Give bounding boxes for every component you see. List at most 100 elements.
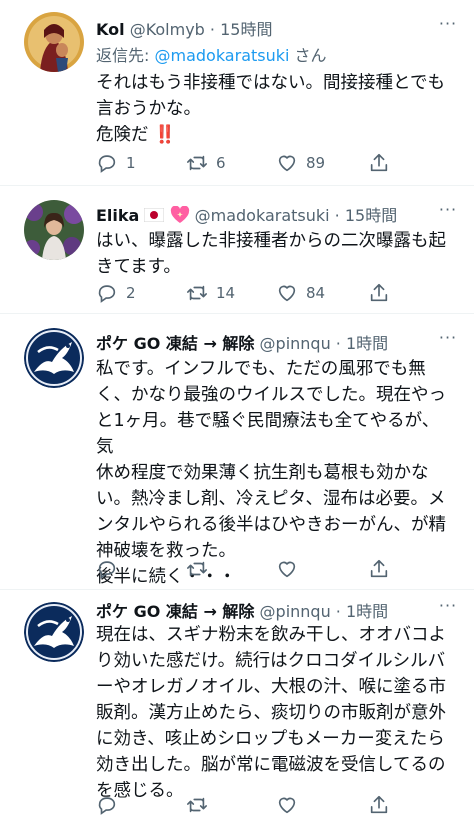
avatar[interactable] [24,328,84,388]
more-icon[interactable]: ··· [438,598,458,620]
tweet-line: はい、曝露した非接種者からの二次曝露も起 [96,231,446,251]
avatar[interactable] [24,12,84,72]
reply-button[interactable] [96,794,126,816]
tweet-line: い。熱冷まし剤、冷えピタ、湿布は必要。メ [96,489,446,509]
share-icon [370,153,388,172]
like-icon [278,155,296,172]
like-button[interactable] [276,558,306,580]
more-icon[interactable]: ··· [438,202,458,224]
retweet-button[interactable] [186,558,216,580]
tweet-header: ポケ GO 凍結 → 解除 @pinnqu · 1時間 [96,330,438,354]
timestamp[interactable]: 1時間 [346,334,388,353]
share-button[interactable] [368,558,398,580]
retweet-button[interactable] [186,794,216,816]
tweet-header: Elika @madokaratsuki · 15時間 [96,202,438,228]
retweet-button[interactable]: 14 [186,282,235,304]
reply-suffix: さん [289,46,327,65]
timestamp[interactable]: 15時間 [345,206,397,225]
action-bar: 1 6 89 [96,152,396,174]
tweet-text: 私です。インフルでも、ただの風邪でも無 く、かなり最強のウイルスでした。現在やっ… [96,356,456,590]
timestamp[interactable]: 15時間 [220,20,272,39]
more-icon[interactable]: ··· [438,16,458,38]
tweet[interactable]: ポケ GO 凍結 → 解除 @pinnqu · 1時間 ··· 私です。インフル… [0,314,474,590]
reply-count: 1 [126,154,136,172]
like-icon [278,285,296,302]
japan-flag-icon [144,207,165,226]
user-handle[interactable]: @madokaratsuki [195,206,330,225]
action-bar: 2 14 84 [96,282,396,304]
user-handle[interactable]: @pinnqu [260,334,331,353]
reply-to-label: 返信先: [96,46,155,65]
like-button[interactable]: 84 [276,282,325,304]
retweet-count: 14 [216,284,236,302]
tweet[interactable]: ポケ GO 凍結 → 解除 @pinnqu · 1時間 ··· 現在は、スギナ粉… [0,590,474,820]
like-icon [278,561,296,578]
display-name[interactable]: Kol [96,20,125,39]
display-name[interactable]: Elika [96,206,139,225]
reply-button[interactable]: 1 [96,152,136,174]
tweet-line: 現在は、スギナ粉末を飲み干し、オオバコよ [96,625,446,645]
share-icon [370,559,388,578]
timestamp[interactable]: 1時間 [346,602,388,621]
reply-mention-link[interactable]: @madokaratsuki [154,46,289,65]
separator-dot: · [329,206,345,225]
tweet-line: 危険だ ‼️ [96,125,176,145]
tweet-text: はい、曝露した非接種者からの二次曝露も起 きてます。 [96,228,456,280]
display-name[interactable]: ポケ GO 凍結 → 解除 [96,334,254,353]
action-bar [96,558,396,580]
reply-count: 2 [126,284,136,302]
user-handle[interactable]: @Kolmyb [130,20,205,39]
reply-button[interactable] [96,558,126,580]
tweet-text: それはもう非接種ではない。間接接種とでも 言おうかな。 危険だ ‼️ [96,70,456,148]
reply-button[interactable]: 2 [96,282,136,304]
tweet-line: と1ヶ月。巷で騒ぐ民間療法も全てやるが、気 [96,411,440,457]
tweet-line: 販剤。漢方止めたら、痰切りの市販剤が意外 [96,703,446,723]
tweet-line: ンタルやられる後半はひやきおーがん、が精 [96,515,446,535]
share-button[interactable] [368,794,398,816]
tweet-line: ーやオレガノオイル、大根の汁、喉に塗る市 [96,677,446,697]
reply-icon [98,797,116,815]
action-bar [96,794,396,816]
tweet[interactable]: Kol @Kolmyb · 15時間 ··· 返信先: @madokaratsu… [0,0,474,186]
display-name[interactable]: ポケ GO 凍結 → 解除 [96,602,254,621]
reply-icon [98,561,116,579]
user-handle[interactable]: @pinnqu [260,602,331,621]
retweet-button[interactable]: 6 [186,152,226,174]
tweet-line: く、かなり最強のウイルスでした。現在やっ [96,385,446,405]
separator-dot: · [330,602,346,621]
reply-context: 返信先: @madokaratsuki さん [96,42,327,66]
tweet-line: それはもう非接種ではない。間接接種とでも [96,73,445,93]
share-button[interactable] [368,282,398,304]
like-icon [278,797,296,814]
separator-dot: · [330,334,346,353]
tweet-line: 私です。インフルでも、ただの風邪でも無 [96,359,426,379]
tweet-line: 効き出した。脳が常に電磁波を受信してるの [96,755,446,775]
reply-icon [98,155,116,173]
tweet-line: に効き、咳止めシロップもメーカー変えたら [96,729,445,749]
retweet-count: 6 [216,154,226,172]
tweet[interactable]: Elika @madokaratsuki · 15時間 ··· はい、曝露した非… [0,186,474,314]
like-button[interactable] [276,794,306,816]
share-button[interactable] [368,152,398,174]
separator-dot: · [204,20,221,39]
tweet-header: ポケ GO 凍結 → 解除 @pinnqu · 1時間 [96,598,438,622]
retweet-icon [187,155,207,171]
retweet-icon [187,285,207,301]
reply-icon [98,285,116,303]
tweet-line: 言おうかな。 [96,99,201,119]
tweet-header: Kol @Kolmyb · 15時間 [96,16,438,40]
share-icon [370,795,388,814]
tweet-line: り効いた感だけ。続行はクロコダイルシルバ [96,651,446,671]
tweet-line: 休め程度で効果薄く抗生剤も葛根も効かな [96,463,429,483]
avatar[interactable] [24,200,84,260]
retweet-icon [187,797,207,813]
tweet-line: きてます。 [96,257,181,277]
more-icon[interactable]: ··· [438,330,458,352]
retweet-icon [187,561,207,577]
avatar[interactable] [24,602,84,662]
like-count: 89 [306,154,326,172]
like-button[interactable]: 89 [276,152,325,174]
share-icon [370,283,388,302]
tweet-text: 現在は、スギナ粉末を飲み干し、オオバコよ り効いた感だけ。続行はクロコダイルシル… [96,622,456,804]
sparkling-heart-icon [170,205,190,228]
